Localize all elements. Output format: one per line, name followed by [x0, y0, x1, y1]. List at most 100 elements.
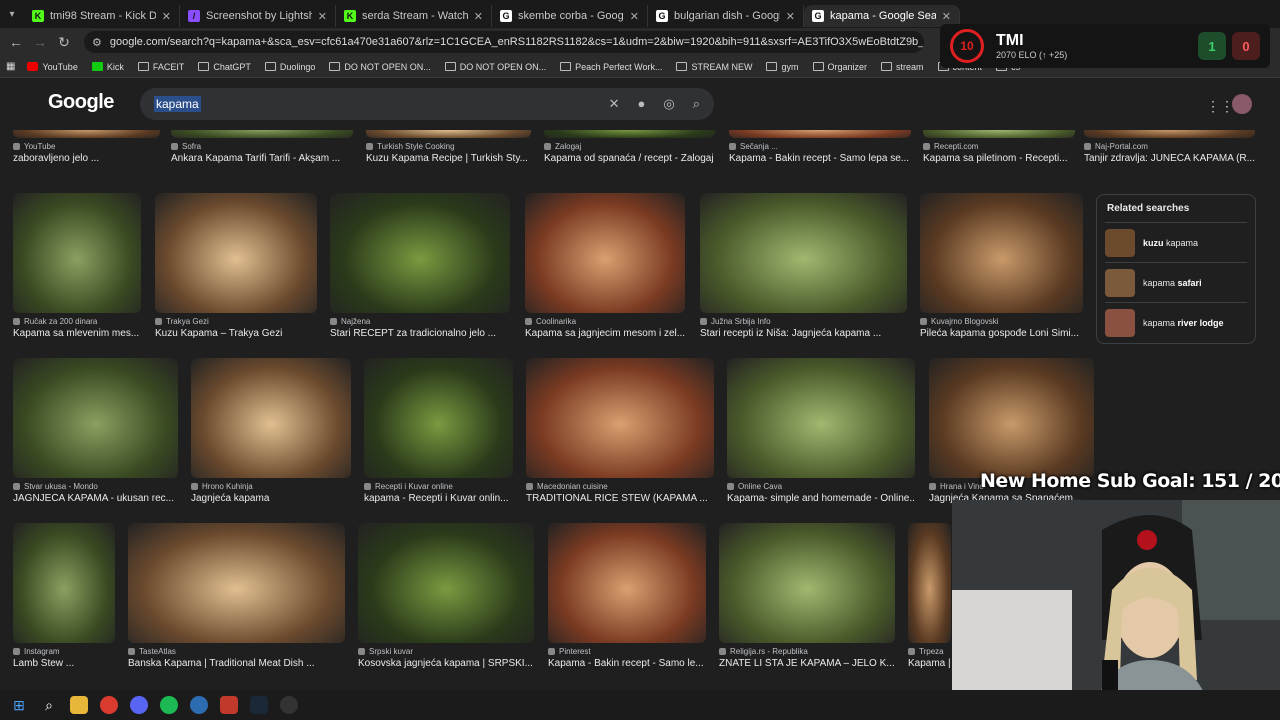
- result-caption[interactable]: Kosovska jagnjeća kapama | SRPSKI...: [358, 658, 534, 669]
- steam-icon[interactable]: [250, 696, 268, 714]
- dish-image[interactable]: [727, 358, 915, 478]
- image-result-card[interactable]: Naj-Portal.com Tanjir zdravlja: JUNEĆA KA…: [1084, 130, 1255, 164]
- address-bar[interactable]: ⚙ google.com/search?q=kapama+&sca_esv=cf…: [84, 31, 924, 53]
- dish-image[interactable]: [366, 130, 531, 138]
- dish-image[interactable]: [13, 358, 178, 478]
- result-caption[interactable]: Kapama sa piletinom - Recepti...: [923, 153, 1075, 164]
- result-caption[interactable]: Lamb Stew ...: [13, 658, 115, 669]
- dish-image[interactable]: [155, 193, 317, 313]
- bookmark-item[interactable]: stream: [881, 62, 924, 72]
- obs-icon[interactable]: [280, 696, 298, 714]
- related-search-item[interactable]: kuzu kapama: [1105, 222, 1247, 262]
- tab-close-icon[interactable]: ✕: [786, 10, 795, 23]
- result-caption[interactable]: Kapama sa mlevenim mes...: [13, 328, 141, 339]
- image-result-card[interactable]: Stvar ukusa - Mondo JAGNJEĆA KAPAMA - uku…: [13, 358, 178, 504]
- forward-icon[interactable]: →: [28, 34, 52, 50]
- result-caption[interactable]: Kuzu Kapama – Trakya Gezi: [155, 328, 317, 339]
- dish-image[interactable]: [171, 130, 353, 138]
- lens-icon[interactable]: ◎: [663, 96, 674, 112]
- search-query[interactable]: kapama: [154, 96, 201, 112]
- microphone-icon[interactable]: ●: [638, 96, 646, 112]
- dish-image[interactable]: [719, 523, 895, 643]
- bookmark-item[interactable]: FACEIT: [137, 62, 184, 72]
- tab[interactable]: Gskembe corba - Google Search ✕: [492, 5, 648, 27]
- dish-image[interactable]: [358, 523, 534, 643]
- bookmark-item[interactable]: STREAM NEW: [676, 62, 752, 72]
- dish-image[interactable]: [525, 193, 685, 313]
- result-caption[interactable]: Banska Kapama | Traditional Meat Dish ..…: [128, 658, 345, 669]
- result-caption[interactable]: Kapama od spanaća / recept - Zalogaj: [544, 153, 715, 164]
- result-caption[interactable]: Pileća kapama gospođe Loni Simi...: [920, 328, 1083, 339]
- tab-close-icon[interactable]: ✕: [474, 10, 483, 23]
- dish-image[interactable]: [700, 193, 907, 313]
- clear-icon[interactable]: ✕: [609, 96, 620, 112]
- image-result-card[interactable]: Turkish Style Cooking Kuzu Kapama Recipe …: [366, 130, 531, 164]
- result-caption[interactable]: Tanjir zdravlja: JUNEĆA KAPAMA (R...: [1084, 153, 1255, 164]
- google-logo[interactable]: Google: [48, 91, 114, 114]
- bookmark-item[interactable]: Organizer: [812, 62, 867, 72]
- image-result-card[interactable]: Online Cava Kapama- simple and homemade -…: [727, 358, 915, 504]
- apps-grid-icon[interactable]: ▦: [6, 61, 15, 72]
- dish-image[interactable]: [544, 130, 715, 138]
- tab-close-icon[interactable]: ✕: [162, 10, 171, 23]
- image-result-card[interactable]: Recepti i Kuvar online kapama - Recepti i…: [364, 358, 513, 504]
- result-caption[interactable]: JAGNJEĆA KAPAMA - ukusan rec...: [13, 493, 178, 504]
- result-caption[interactable]: kapama - Recepti i Kuvar onlin...: [364, 493, 513, 504]
- bookmark-item[interactable]: DO NOT OPEN ON...: [329, 62, 431, 72]
- image-result-card[interactable]: Kuvajmo Blogovski Pileća kapama gospođe L…: [920, 193, 1083, 339]
- result-caption[interactable]: Kapama sa jagnjecim mesom i zel...: [525, 328, 685, 339]
- image-result-card[interactable]: Sofra Ankara Kapama Tarifi Tarifi - Akşam…: [171, 130, 353, 164]
- tab-close-icon[interactable]: ✕: [942, 10, 951, 23]
- chrome-icon[interactable]: [100, 696, 118, 714]
- image-result-card[interactable]: Trpeza Kapama |...: [908, 523, 951, 669]
- image-result-card[interactable]: Pinterest Kapama - Bakin recept - Samo le…: [548, 523, 706, 669]
- file-explorer-icon[interactable]: [70, 696, 88, 714]
- bookmark-item[interactable]: Peach Perfect Work...: [560, 62, 662, 72]
- result-caption[interactable]: Kapama - Bakin recept - Samo lepa se...: [729, 153, 911, 164]
- image-result-card[interactable]: Instagram Lamb Stew ...: [13, 523, 115, 669]
- result-caption[interactable]: zaboravljeno jelo ...: [13, 153, 160, 164]
- back-icon[interactable]: ←: [4, 34, 28, 50]
- image-result-card[interactable]: Srpski kuvar Kosovska jagnjeća kapama | S…: [358, 523, 534, 669]
- dish-image[interactable]: [191, 358, 351, 478]
- spotify-icon[interactable]: [160, 696, 178, 714]
- image-result-card[interactable]: YouTube zaboravljeno jelo ...: [13, 130, 160, 164]
- dish-image[interactable]: [13, 523, 115, 643]
- dish-image[interactable]: [548, 523, 706, 643]
- tab-search-icon[interactable]: ▾: [0, 0, 24, 28]
- tab[interactable]: / Screenshot by Lightshot ✕: [180, 5, 336, 27]
- dish-image[interactable]: [13, 130, 160, 138]
- image-result-card[interactable]: Zalogaj Kapama od spanaća / recept - Zalo…: [544, 130, 715, 164]
- result-caption[interactable]: ZNATE LI ŠTA JE KAPAMA – JELO K...: [719, 658, 895, 669]
- bookmark-item[interactable]: Kick: [91, 62, 124, 72]
- tab-close-icon[interactable]: ✕: [318, 10, 327, 23]
- image-result-card[interactable]: Trakya Gezi Kuzu Kapama – Trakya Gezi: [155, 193, 317, 339]
- image-result-card[interactable]: Hrono Kuhinja Jagnjeća kapama: [191, 358, 351, 504]
- result-caption[interactable]: Kapama- simple and homemade - Online...: [727, 493, 915, 504]
- shield-icon[interactable]: [220, 696, 238, 714]
- dish-image[interactable]: [1084, 130, 1255, 138]
- dish-image[interactable]: [330, 193, 510, 313]
- image-result-card[interactable]: Religija.rs - Republika ZNATE LI ŠTA JE K…: [719, 523, 895, 669]
- result-caption[interactable]: Kapama - Bakin recept - Samo le...: [548, 658, 706, 669]
- dish-image[interactable]: [364, 358, 513, 478]
- related-search-item[interactable]: kapama river lodge: [1105, 302, 1247, 342]
- image-result-card[interactable]: Macedonian cuisine TRADITIONAL RICE STEW …: [526, 358, 714, 504]
- bookmark-item[interactable]: ChatGPT: [198, 62, 251, 72]
- windows-start-icon[interactable]: ⊞: [10, 696, 28, 714]
- tab-close-icon[interactable]: ✕: [630, 10, 639, 23]
- tab[interactable]: Gkapama - Google Search ✕: [804, 5, 960, 27]
- result-caption[interactable]: Ankara Kapama Tarifi Tarifi - Akşam ...: [171, 153, 353, 164]
- bookmark-item[interactable]: DO NOT OPEN ON...: [444, 62, 546, 72]
- dish-image[interactable]: [923, 130, 1075, 138]
- avatar[interactable]: [1232, 94, 1252, 114]
- reload-icon[interactable]: ↻: [52, 34, 76, 51]
- tab[interactable]: Kserda Stream - Watch Live on K ✕: [336, 5, 492, 27]
- dish-image[interactable]: [13, 193, 141, 313]
- bookmark-item[interactable]: gym: [766, 62, 799, 72]
- bookmark-item[interactable]: Duolingo: [264, 62, 315, 72]
- dish-image[interactable]: [920, 193, 1083, 313]
- result-caption[interactable]: Jagnjeća kapama: [191, 493, 351, 504]
- image-result-card[interactable]: Sečanja ... Kapama - Bakin recept - Samo …: [729, 130, 911, 164]
- search-box[interactable]: kapama ✕ ● ◎ ⌕: [140, 88, 714, 120]
